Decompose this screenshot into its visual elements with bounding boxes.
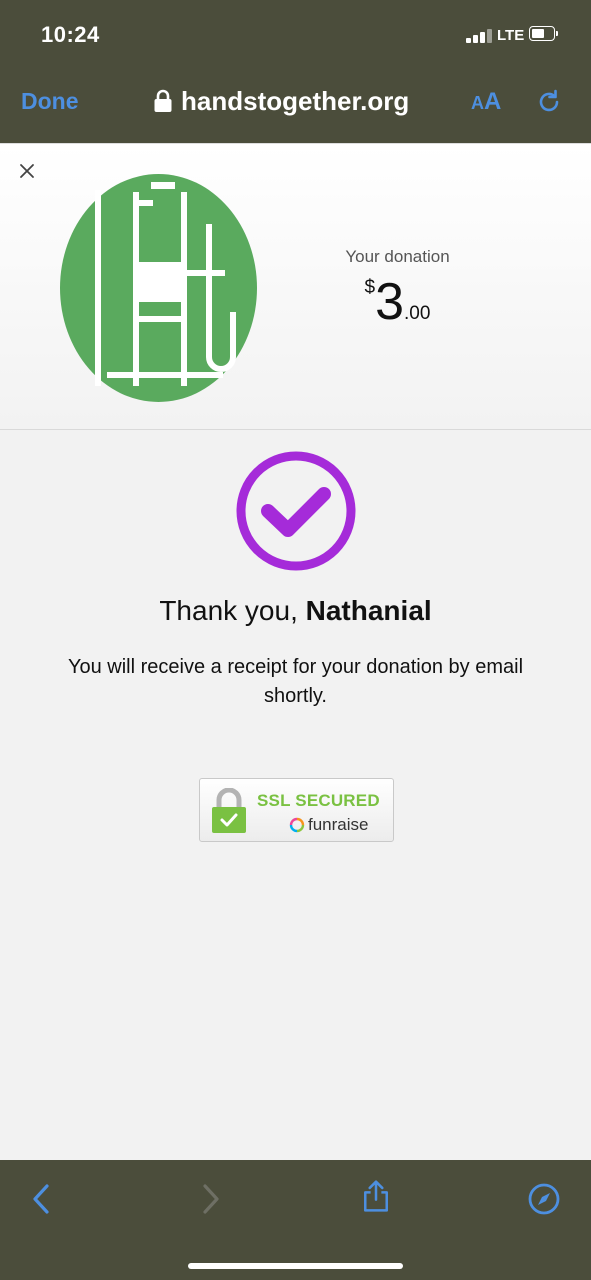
thank-you-heading: Thank you, Nathanial <box>0 595 591 627</box>
compass-icon[interactable] <box>527 1182 561 1216</box>
network-type: LTE <box>497 27 525 44</box>
browser-header: Done handstogether.org AA <box>0 70 591 143</box>
donation-amount: $3.00 <box>310 272 485 332</box>
address-bar[interactable]: handstogether.org <box>153 84 409 118</box>
url-text: handstogether.org <box>181 85 410 116</box>
amount-cents: .00 <box>404 303 431 324</box>
battery-icon <box>529 26 559 43</box>
reload-icon[interactable] <box>536 89 562 115</box>
done-button[interactable]: Done <box>21 88 79 115</box>
status-time: 10:24 <box>41 22 100 47</box>
text-size-small-label: A <box>471 93 484 113</box>
receipt-message: You will receive a receipt for your dona… <box>67 656 524 707</box>
padlock-icon <box>212 788 246 833</box>
funraise-label: funraise <box>308 815 369 834</box>
home-indicator[interactable] <box>188 1263 403 1269</box>
back-icon[interactable] <box>25 1182 59 1216</box>
ssl-secured-badge: SSL SECURED funraise <box>199 778 394 842</box>
hands-together-logo <box>60 174 257 402</box>
share-icon[interactable] <box>359 1179 393 1213</box>
success-check-icon <box>236 451 356 571</box>
funraise-brand: funraise <box>289 815 368 835</box>
forward-icon[interactable] <box>193 1182 227 1216</box>
lock-icon <box>154 89 172 112</box>
text-size-large-label: A <box>484 88 502 115</box>
browser-toolbar <box>0 1160 591 1280</box>
close-icon[interactable] <box>16 160 38 182</box>
text-size-button[interactable]: AA <box>471 88 501 116</box>
amount-whole: 3 <box>375 273 405 331</box>
status-bar: 10:24 LTE <box>0 0 591 70</box>
currency-symbol: $ <box>364 277 376 298</box>
ssl-secured-label: SSL SECURED <box>257 791 380 810</box>
donation-header: Your donation $3.00 <box>0 143 591 430</box>
web-content: Your donation $3.00 Thank you, Nathanial… <box>0 143 591 1160</box>
thank-you-prefix: Thank you, <box>159 595 306 626</box>
funraise-logo-icon <box>289 817 305 833</box>
donation-label: Your donation <box>345 247 450 266</box>
signal-strength-icon <box>466 29 496 43</box>
donor-name: Nathanial <box>305 595 432 626</box>
